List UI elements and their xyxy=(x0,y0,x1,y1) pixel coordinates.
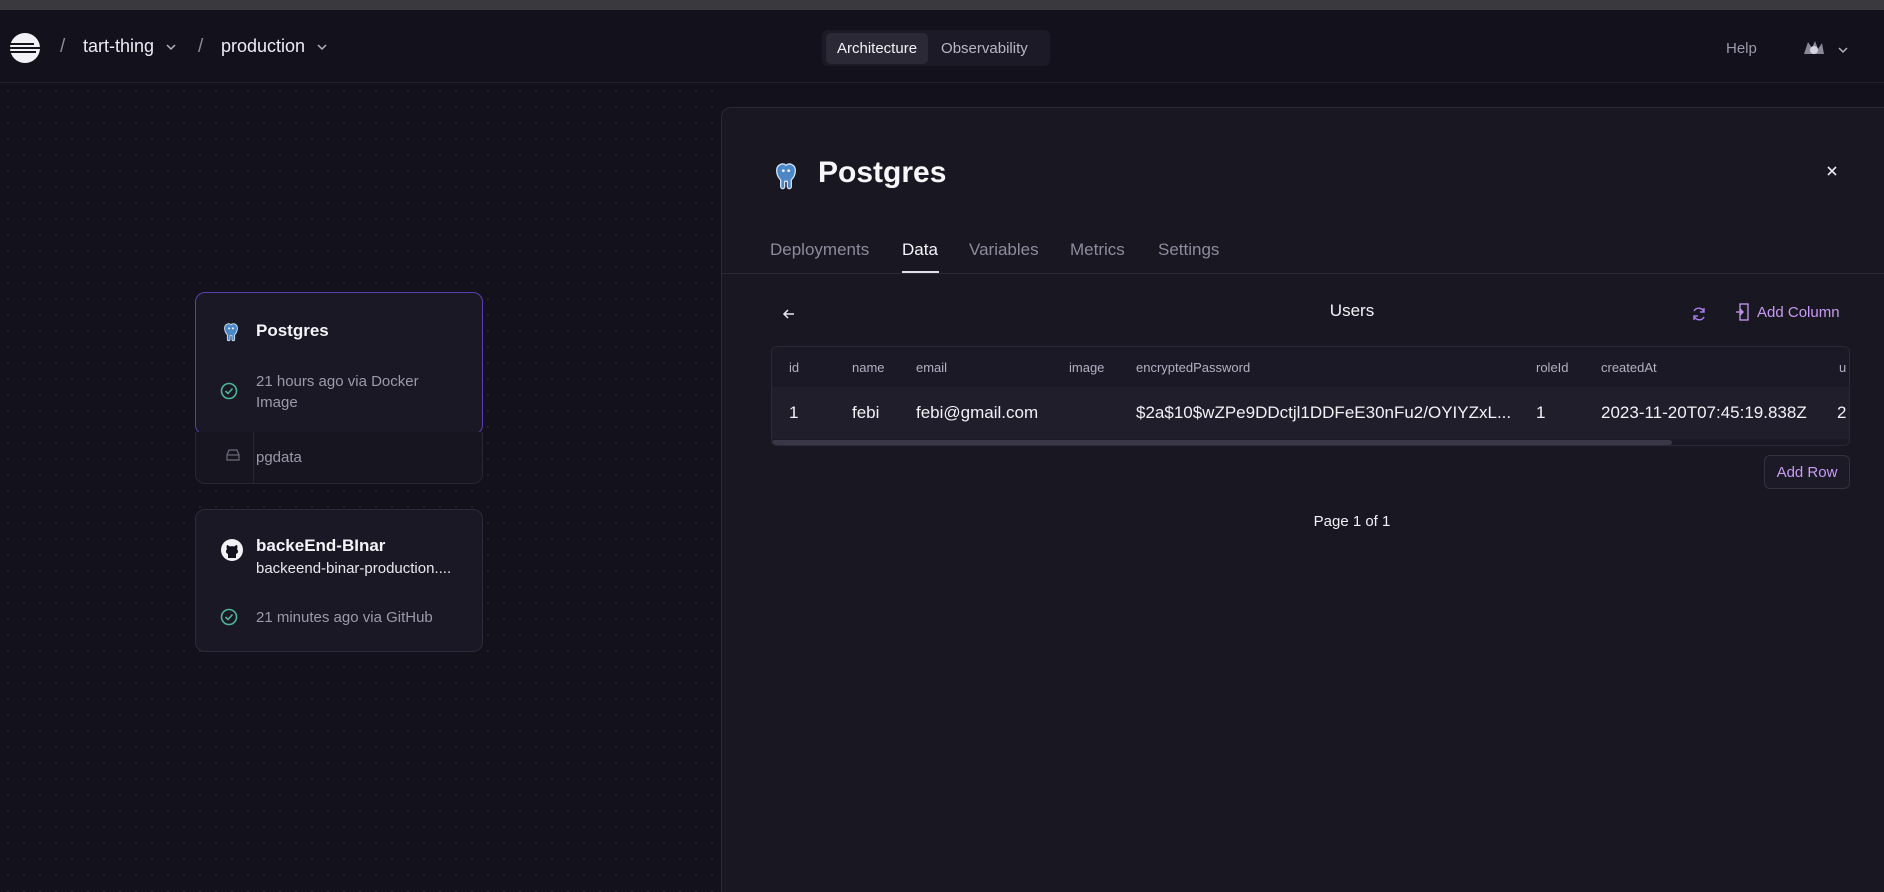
add-column-icon xyxy=(1736,303,1749,321)
cell-id[interactable]: 1 xyxy=(789,403,798,423)
cell-createdat[interactable]: 2023-11-20T07:45:19.838Z xyxy=(1601,403,1807,423)
service-name: backeEnd-BInar xyxy=(256,536,386,555)
arrow-left-icon[interactable] xyxy=(781,306,797,322)
check-circle-icon xyxy=(220,608,238,626)
deployment-status-line: Image xyxy=(256,394,298,411)
column-header-createdat[interactable]: createdAt xyxy=(1601,360,1657,375)
chevron-down-icon xyxy=(317,43,327,50)
add-column-button[interactable]: Add Column xyxy=(1735,303,1840,321)
cell-encryptedpassword[interactable]: $2a$10$wZPe9DDctjl1DDFeE30nFu2/OYIYZxL..… xyxy=(1136,403,1511,423)
cell-updatedat[interactable]: 2 xyxy=(1837,403,1846,423)
pagination-label: Page 1 of 1 xyxy=(1313,513,1391,530)
tab-deployments[interactable]: Deployments xyxy=(770,240,869,260)
deployment-status: 21 hours ago via Docker Image xyxy=(256,371,456,413)
table-row[interactable]: 1 febi febi@gmail.com $2a$10$wZPe9DDctjl… xyxy=(772,387,1849,439)
github-icon xyxy=(221,539,243,561)
service-card-backend[interactable]: backeEnd-BInar backeend-binar-production… xyxy=(195,509,483,652)
project-selector[interactable]: tart-thing xyxy=(83,36,178,57)
tab-variables[interactable]: Variables xyxy=(969,240,1039,260)
browser-top-strip xyxy=(0,0,1884,10)
cell-roleid[interactable]: 1 xyxy=(1536,403,1545,423)
chevron-down-icon[interactable] xyxy=(1836,43,1850,57)
environment-selector[interactable]: production xyxy=(221,36,329,57)
panel-title: Postgres xyxy=(818,156,947,189)
avatar[interactable] xyxy=(1802,38,1826,58)
deployment-status: 21 minutes ago via GitHub xyxy=(256,609,433,626)
add-column-label: Add Column xyxy=(1757,303,1840,321)
volume-divider xyxy=(253,432,254,484)
volume-name: pgdata xyxy=(256,449,302,466)
cell-name[interactable]: febi xyxy=(852,403,879,423)
postgres-icon xyxy=(775,163,797,190)
column-header-id[interactable]: id xyxy=(789,360,799,375)
service-url[interactable]: backeend-binar-production.... xyxy=(256,560,451,577)
tab-settings[interactable]: Settings xyxy=(1158,240,1219,260)
table-name: Users xyxy=(1329,301,1375,320)
table-header-row: id name email image encryptedPassword ro… xyxy=(772,347,1849,387)
column-header-roleid[interactable]: roleId xyxy=(1536,360,1569,375)
chevron-down-icon xyxy=(166,43,176,50)
column-header-updatedat[interactable]: u xyxy=(1839,360,1846,375)
active-tab-indicator xyxy=(902,271,939,273)
column-header-name[interactable]: name xyxy=(852,360,885,375)
tab-data[interactable]: Data xyxy=(902,240,938,260)
disk-icon xyxy=(226,449,240,461)
volume-pgdata[interactable]: pgdata xyxy=(195,432,483,484)
architecture-canvas[interactable] xyxy=(0,83,722,892)
tab-observability[interactable]: Observability xyxy=(930,33,1039,64)
railway-logo-icon[interactable] xyxy=(9,32,41,64)
add-row-button[interactable]: Add Row xyxy=(1764,455,1850,489)
column-header-encryptedpassword[interactable]: encryptedPassword xyxy=(1136,360,1250,375)
top-navbar: / tart-thing / production Architecture O… xyxy=(0,10,1884,83)
postgres-icon xyxy=(224,323,238,342)
service-panel: Postgres Deployments Data Variables Metr… xyxy=(721,107,1884,892)
service-name: Postgres xyxy=(256,321,329,340)
close-icon[interactable] xyxy=(1825,164,1839,178)
project-name: tart-thing xyxy=(83,36,155,56)
tab-metrics[interactable]: Metrics xyxy=(1070,240,1125,260)
help-link[interactable]: Help xyxy=(1726,40,1757,57)
deployment-status-line: 21 hours ago via Docker xyxy=(256,373,419,390)
breadcrumb-separator: / xyxy=(198,36,204,57)
service-card-postgres[interactable]: Postgres 21 hours ago via Docker Image xyxy=(195,292,483,435)
tab-architecture[interactable]: Architecture xyxy=(826,32,929,64)
column-header-image[interactable]: image xyxy=(1069,360,1104,375)
refresh-icon[interactable] xyxy=(1690,305,1708,323)
panel-tabs: Deployments Data Variables Metrics Setti… xyxy=(722,228,1884,274)
check-circle-icon xyxy=(220,382,238,400)
environment-name: production xyxy=(221,36,306,56)
data-table: id name email image encryptedPassword ro… xyxy=(771,346,1850,446)
breadcrumb-separator: / xyxy=(60,36,66,57)
column-header-email[interactable]: email xyxy=(916,360,947,375)
view-switcher: Architecture Observability xyxy=(822,30,1050,66)
cell-email[interactable]: febi@gmail.com xyxy=(916,403,1038,423)
horizontal-scrollbar[interactable] xyxy=(772,440,1672,445)
